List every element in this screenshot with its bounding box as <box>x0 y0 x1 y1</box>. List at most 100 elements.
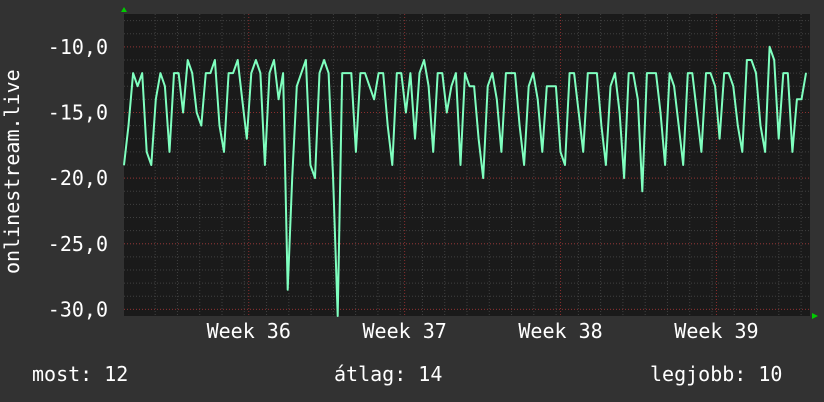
data-point <box>432 151 434 153</box>
data-point <box>132 72 134 74</box>
data-point <box>127 125 130 127</box>
data-point <box>241 98 243 100</box>
data-point <box>378 72 380 74</box>
data-point <box>155 98 157 100</box>
data-point <box>546 85 548 87</box>
data-point <box>178 72 180 74</box>
data-point <box>437 72 439 74</box>
data-point <box>755 72 757 74</box>
data-point <box>555 85 557 87</box>
data-point <box>137 85 139 87</box>
line-chart: -10,0 -15,0 -20,0 -25,0 -30,0 Week 36 Week 37… <box>48 7 818 343</box>
data-point <box>259 72 261 74</box>
data-point <box>764 151 766 153</box>
data-point <box>455 72 457 74</box>
data-point <box>605 164 607 166</box>
data-point <box>678 125 680 127</box>
data-point <box>719 138 721 140</box>
data-point <box>150 164 152 166</box>
data-point <box>723 72 725 74</box>
data-point <box>364 72 366 74</box>
data-point <box>505 72 507 74</box>
y-axis-arrow-icon <box>121 7 127 12</box>
data-point <box>523 164 525 166</box>
data-point <box>296 85 298 87</box>
data-point <box>673 85 675 87</box>
x-tick-label: Week 38 <box>518 319 602 343</box>
data-point <box>564 164 566 166</box>
data-point <box>709 72 712 74</box>
data-point <box>441 72 443 74</box>
data-point <box>705 72 707 74</box>
data-point <box>459 164 462 166</box>
data-point <box>450 85 452 87</box>
data-point <box>532 72 534 74</box>
data-point <box>750 59 753 61</box>
data-point <box>200 125 202 127</box>
data-point <box>223 151 225 153</box>
data-point <box>355 151 357 153</box>
data-point <box>691 72 693 74</box>
data-point <box>464 72 466 74</box>
data-point <box>205 72 207 74</box>
data-point <box>359 72 361 74</box>
data-point <box>596 72 598 74</box>
y-tick-label: -15,0 <box>48 100 108 124</box>
data-point <box>623 177 625 179</box>
data-point <box>619 111 621 114</box>
data-point <box>700 151 703 153</box>
data-point <box>759 125 762 127</box>
data-point <box>741 151 743 153</box>
y-tick-label: -25,0 <box>48 232 108 256</box>
data-point <box>428 85 430 87</box>
data-point <box>632 72 634 74</box>
data-point <box>614 72 616 74</box>
data-point <box>537 98 539 100</box>
data-point <box>714 85 716 87</box>
x-tick-label: Week 36 <box>207 319 291 343</box>
data-point <box>591 72 593 74</box>
data-point <box>246 138 248 140</box>
data-point <box>382 72 384 74</box>
data-point <box>409 72 411 74</box>
data-point <box>287 289 289 291</box>
data-point <box>350 72 352 74</box>
data-point <box>496 98 498 100</box>
data-point <box>687 72 689 74</box>
data-point <box>337 315 339 317</box>
data-point <box>268 72 271 74</box>
data-point <box>400 72 402 74</box>
data-point <box>182 111 184 114</box>
data-point <box>250 72 252 74</box>
data-point <box>782 72 784 74</box>
data-point <box>805 72 807 74</box>
data-point <box>282 72 284 74</box>
data-point <box>228 72 230 74</box>
data-point <box>164 85 166 87</box>
data-point <box>587 72 589 74</box>
data-point <box>332 177 334 179</box>
y-tick-label: -30,0 <box>48 297 108 321</box>
data-point <box>600 125 603 127</box>
data-point <box>628 72 630 74</box>
data-point <box>746 59 748 61</box>
data-point <box>559 151 562 153</box>
data-point <box>418 72 421 74</box>
data-point <box>541 151 543 153</box>
data-point <box>732 85 734 87</box>
data-point <box>773 59 775 61</box>
data-point <box>391 164 393 166</box>
x-axis-arrow-icon <box>812 313 818 319</box>
data-point <box>796 98 798 100</box>
data-point <box>300 72 302 74</box>
data-point <box>737 125 739 127</box>
data-point <box>273 59 275 61</box>
data-point <box>414 138 416 140</box>
x-tick-label: Week 37 <box>362 319 446 343</box>
data-point <box>487 85 489 87</box>
data-point <box>209 72 211 74</box>
data-point <box>664 164 666 166</box>
data-point <box>787 72 789 74</box>
data-point <box>778 138 780 140</box>
data-point <box>141 72 143 74</box>
